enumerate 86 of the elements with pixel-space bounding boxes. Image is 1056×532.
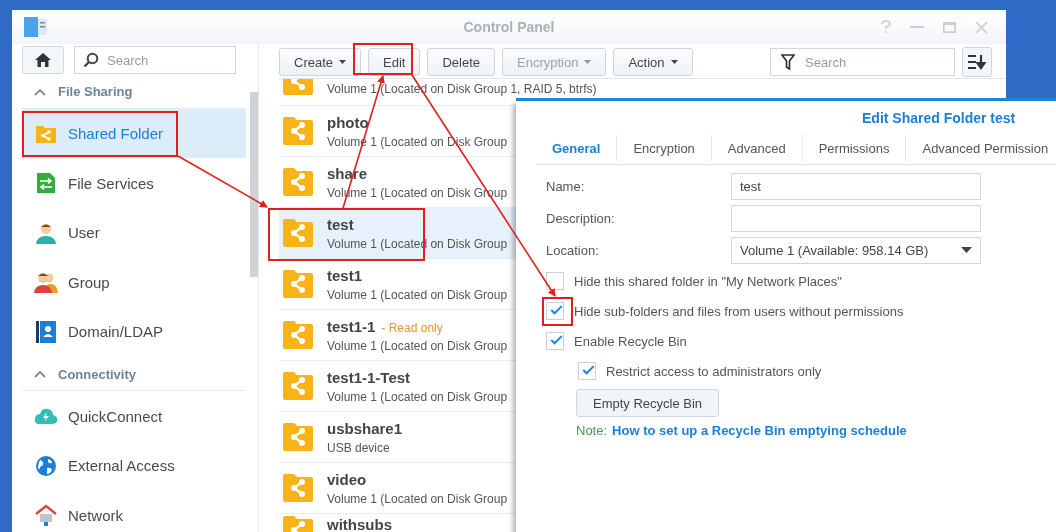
checkbox[interactable]	[546, 272, 564, 290]
checkbox-label: Enable Recycle Bin	[574, 333, 687, 349]
transfer-icon	[34, 172, 58, 195]
empty-recycle-bin-button[interactable]: Empty Recycle Bin	[576, 389, 720, 417]
field-label: Location:	[546, 242, 600, 258]
shared-folder-icon	[283, 372, 313, 400]
network-icon	[34, 504, 58, 527]
highlight-frame	[542, 297, 573, 326]
location-dropdown[interactable]: Volume 1 (Available: 958.14 GB)	[731, 236, 981, 264]
text-field[interactable]	[731, 204, 981, 232]
checkbox-label: Hide sub-folders and files from users without permissions	[574, 303, 904, 319]
filter-input[interactable]: Search	[803, 53, 927, 71]
shared-folder-icon	[283, 474, 313, 502]
folder-location: Volume 1 (Located on Disk Group	[327, 389, 508, 404]
folder-location: Volume 1 (Located on Disk Group	[327, 491, 508, 506]
sidebar-item[interactable]: Group	[22, 257, 246, 307]
help-link[interactable]: How to set up a Recycle Bin emptying schedule	[612, 423, 907, 438]
checkbox[interactable]	[546, 332, 564, 350]
group-icon	[34, 271, 58, 294]
checkbox-label: Restrict access to administrators only	[606, 363, 822, 379]
checkbox-label: Hide this shared folder in "My Network Places"	[574, 273, 842, 289]
toolbar-button[interactable]: Delete	[427, 48, 495, 76]
filter-icon	[781, 54, 795, 70]
toolbar-button[interactable]: Edit	[368, 48, 421, 76]
shared-folder-icon	[283, 168, 313, 196]
folder-icon	[34, 123, 58, 144]
tab[interactable]: Encryption	[616, 135, 711, 161]
home-button[interactable]	[22, 46, 64, 74]
folder-name: test1	[327, 266, 363, 284]
folder-name: usbshare1	[327, 419, 403, 437]
shared-folder-icon	[283, 321, 313, 349]
section-title: File Sharing	[58, 84, 133, 100]
folder-name: withsubs	[327, 516, 392, 532]
field-label: Description:	[546, 210, 616, 226]
caret-icon	[339, 60, 347, 64]
folder-name: photo	[327, 113, 369, 131]
search-field[interactable]: Search	[74, 46, 236, 74]
folder-location: Volume 1 (Located on Disk Group	[327, 287, 508, 302]
folder-name: test1-1-Test	[327, 368, 411, 386]
globe-icon	[34, 454, 58, 477]
tab[interactable]: Advanced	[710, 135, 802, 161]
collapse-icon[interactable]	[34, 87, 46, 96]
caret-icon	[670, 60, 678, 64]
sidebar-item[interactable]: Network	[22, 490, 246, 532]
window-title: Control Panel	[463, 19, 555, 35]
folder-location: Volume 1 (Located on Disk Group	[327, 338, 508, 353]
sidebar-item[interactable]: User	[22, 207, 246, 258]
user-icon	[34, 221, 58, 244]
folder-name: test1-1	[327, 317, 376, 335]
sort-icon	[968, 54, 986, 70]
checkbox[interactable]	[546, 302, 564, 320]
shared-folder-icon	[283, 117, 313, 145]
tab[interactable]: General	[536, 135, 617, 161]
shared-folder-icon	[283, 270, 313, 298]
caret-icon	[584, 60, 592, 64]
shared-folder-icon	[283, 423, 313, 451]
read-only-tag: - Read only	[381, 320, 443, 335]
sidebar-item[interactable]: Domain/LDAP	[22, 306, 246, 357]
sort-button[interactable]	[962, 47, 992, 77]
highlight-frame	[353, 43, 413, 75]
folder-location: USB device	[327, 440, 391, 455]
note-label: Note:	[576, 423, 608, 438]
tab[interactable]: Advanced Permission	[905, 135, 1056, 161]
folder-name: test	[327, 215, 354, 233]
dialog-title: Edit Shared Folder test	[861, 109, 1017, 128]
checkbox[interactable]	[578, 362, 596, 380]
sidebar-item[interactable]: External Access	[22, 440, 246, 491]
toolbar-button[interactable]: Action	[613, 48, 693, 76]
caret-icon	[961, 247, 972, 253]
sidebar-item[interactable]: File Services	[22, 158, 246, 208]
section-title: Connectivity	[58, 366, 136, 382]
collapse-icon[interactable]	[34, 370, 46, 379]
toolbar-button[interactable]: Create	[279, 48, 362, 76]
text-field[interactable]: test	[731, 172, 981, 200]
search-input[interactable]: Search	[105, 51, 229, 69]
field-label: Name:	[546, 178, 586, 194]
control-panel-icon	[24, 17, 48, 37]
search-icon	[83, 52, 99, 68]
filter-search-field[interactable]: Search	[770, 48, 955, 76]
cloud-icon	[34, 406, 58, 427]
home-icon	[34, 52, 52, 68]
sidebar-item[interactable]: QuickConnect	[22, 391, 246, 441]
shared-folder-icon	[283, 219, 313, 247]
tab[interactable]: Permissions	[801, 135, 906, 161]
folder-name: video	[327, 470, 367, 488]
id-card-icon	[34, 320, 58, 343]
